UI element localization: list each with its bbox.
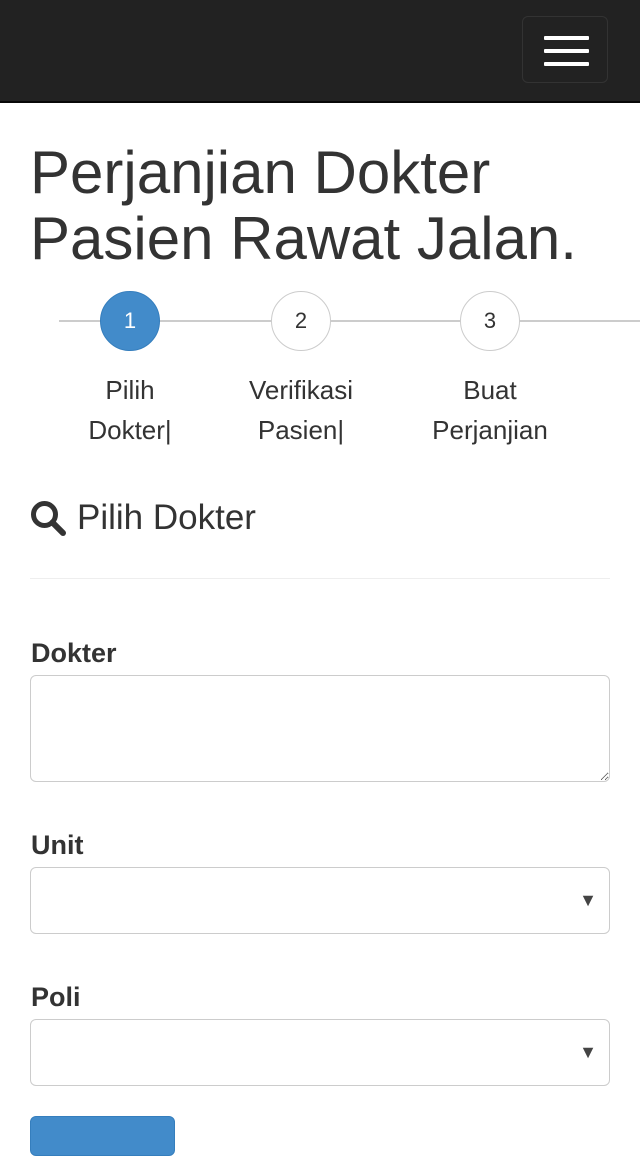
top-navbar — [0, 0, 640, 103]
search-icon — [31, 500, 66, 536]
section-heading-text: Pilih Dokter — [77, 498, 256, 537]
unit-label: Unit — [31, 830, 84, 860]
menu-icon-bar — [544, 36, 589, 40]
caret-down-icon: ▼ — [579, 890, 597, 910]
caret-down-icon: ▼ — [579, 1042, 597, 1062]
menu-icon-bar — [544, 62, 589, 66]
next-button[interactable] — [30, 1116, 175, 1156]
step-1-label: Pilih Dokter| — [88, 375, 172, 445]
page-title: Perjanjian Dokter Pasien Rawat Jalan. — [30, 140, 620, 272]
page-title-line2: Pasien Rawat Jalan. — [30, 205, 577, 272]
poli-label: Poli — [31, 982, 81, 1012]
step-3-circle: 3 — [460, 291, 520, 351]
poli-select[interactable]: ▼ — [30, 1019, 610, 1086]
step-1-circle: 1 — [100, 291, 160, 351]
dokter-label: Dokter — [31, 638, 117, 668]
page-title-line1: Perjanjian Dokter — [30, 139, 491, 206]
step-3-label: Buat Perjanjian — [432, 375, 548, 445]
step-2-circle: 2 — [271, 291, 331, 351]
dokter-field[interactable] — [30, 675, 610, 782]
menu-icon-bar — [544, 49, 589, 53]
section-heading: Pilih Dokter — [30, 496, 256, 540]
menu-toggle-button[interactable] — [522, 16, 608, 83]
unit-select[interactable]: ▼ — [30, 867, 610, 934]
step-2-label: Verifikasi Pasien| — [248, 375, 354, 445]
section-divider — [30, 578, 610, 579]
